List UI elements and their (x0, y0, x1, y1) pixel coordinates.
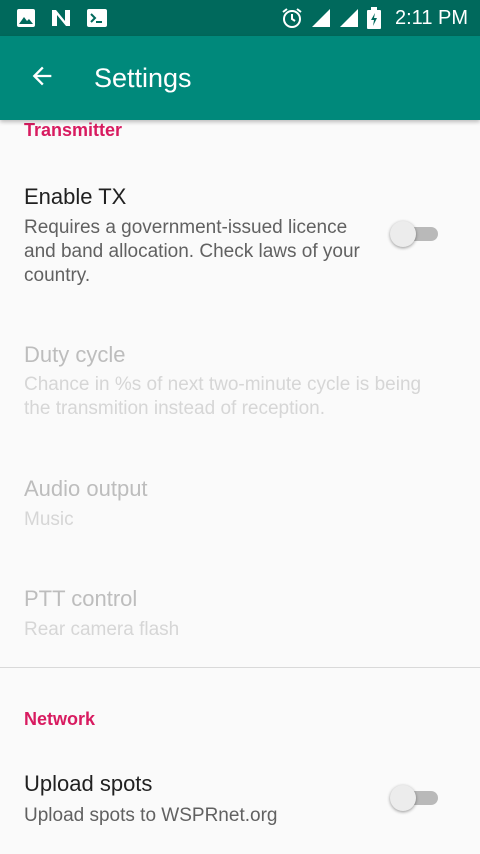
upload-spots-switch[interactable] (388, 782, 444, 814)
terminal-icon (86, 8, 108, 28)
image-icon (16, 8, 36, 28)
signal-icon (339, 8, 359, 28)
alarm-icon (281, 7, 303, 29)
settings-list: Transmitter Enable TX Requires a governm… (0, 120, 480, 854)
pref-summary: Rear camera flash (24, 619, 180, 640)
pref-summary: Music (24, 509, 74, 530)
back-button[interactable] (14, 50, 70, 106)
battery-charging-icon (367, 7, 381, 29)
pref-duty-cycle: Duty cycle Chance in %s of next two-minu… (0, 320, 480, 440)
app-bar: Settings (0, 36, 480, 120)
pref-summary: Upload spots to WSPRnet.org (24, 805, 278, 826)
n-notification-icon (50, 8, 72, 28)
pref-summary: Chance in %s of next two-minute cycle is… (24, 374, 422, 419)
pref-summary: Requires a government-issued licence and… (24, 217, 360, 286)
switch-thumb (390, 221, 416, 247)
enable-tx-switch[interactable] (388, 218, 444, 250)
pref-title: Upload spots (24, 771, 153, 796)
pref-title: Duty cycle (24, 342, 126, 367)
status-bar-system: 2:11 PM (281, 7, 480, 30)
pref-ptt-control: PTT control Rear camera flash (0, 570, 480, 660)
pref-audio-output: Audio output Music (0, 460, 480, 560)
arrow-back-icon (28, 62, 56, 95)
pref-title: Audio output (24, 476, 148, 501)
pref-enable-tx[interactable]: Enable TX Requires a government-issued l… (0, 164, 480, 304)
pref-title: Enable TX (24, 184, 127, 209)
signal-icon (311, 8, 331, 28)
section-header-transmitter: Transmitter (24, 120, 123, 140)
section-header-network: Network (24, 709, 96, 729)
pref-title: PTT control (24, 586, 138, 611)
status-bar-notifications (0, 8, 108, 28)
status-time: 2:11 PM (395, 6, 468, 29)
section-divider (0, 667, 480, 668)
switch-thumb (390, 785, 416, 811)
status-bar: 2:11 PM (0, 0, 480, 36)
pref-upload-spots[interactable]: Upload spots Upload spots to WSPRnet.org (0, 750, 480, 854)
page-title: Settings (94, 62, 192, 93)
